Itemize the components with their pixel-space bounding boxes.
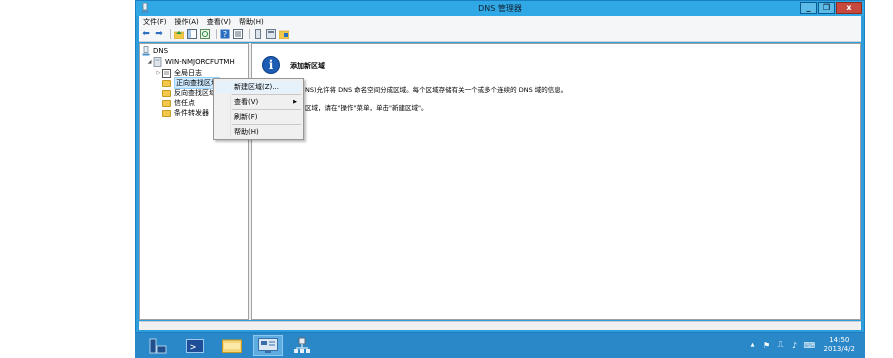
clock-date: 2013/4/2 [823,345,855,353]
submenu-arrow-icon: ▶ [293,99,297,105]
toolbar: ⬅ ➡ ? [139,27,861,42]
tree-node-conditional-forwarders[interactable]: 条件转发器 [162,108,209,118]
menu-view[interactable]: 查看(V) [203,17,235,27]
show-hidden-icons-arrow[interactable]: ▲ [748,342,758,348]
help-icon[interactable]: ? [220,29,230,39]
tree-node-reverse-zones[interactable]: 反向查找区域 [162,88,216,98]
context-menu-view-label: 查看(V) [234,98,259,106]
toolbar-separator [170,29,171,39]
show-tree-icon[interactable] [187,29,197,39]
tree-node-trust-points[interactable]: 信任点 [162,98,195,108]
tree-label-dns: DNS [153,47,169,55]
menu-bar: 文件(F) 操作(A) 查看(V) 帮助(H) [139,16,861,27]
tree-node-dns[interactable]: DNS [142,46,168,56]
log-icon [162,68,171,78]
file-explorer-icon[interactable] [217,335,247,356]
folder-icon [162,89,171,97]
network-tray-icon[interactable]: ⎍ [776,340,786,350]
up-icon[interactable] [174,29,184,39]
tree-node-server[interactable]: ◢ WIN-NMJORCFUTMH [146,57,235,67]
server-manager-icon[interactable] [143,335,173,356]
control-panel-icon[interactable] [253,335,283,356]
minimize-button[interactable]: _ [800,2,817,14]
tree-label-conditional-forwarders: 条件转发器 [174,109,209,117]
content-instruction: 区域，请在"操作"菜单，单击"新建区域"。 [305,104,428,112]
context-menu: 新建区域(Z)... 查看(V) ▶ 刷新(F) 帮助(H) [213,78,304,140]
context-menu-separator [232,94,301,95]
content-description: NS)允许将 DNS 命名空间分成区域。每个区域存储有关一个或多个连续的 DNS… [305,86,568,94]
powershell-icon[interactable]: > [180,335,210,356]
content-title: 添加新区域 [290,62,325,70]
context-menu-separator [232,124,301,125]
folder-icon [162,99,171,107]
back-icon[interactable]: ⬅ [141,29,151,39]
folder-icon [162,79,171,87]
close-button[interactable]: x [836,2,862,14]
info-icon: i [262,56,280,74]
list-icon[interactable] [266,29,276,39]
svg-text:>: > [190,342,196,353]
system-tray: ▲ ⚑ ⎍ ♪ ⌨ 14:50 2013/4/2 [748,336,855,354]
keyboard-icon[interactable]: ⌨ [804,341,816,350]
collapse-arrow-icon[interactable]: ◢ [146,59,153,65]
restore-button[interactable]: ❐ [818,2,835,14]
svg-text:?: ? [223,30,227,39]
window-title: DNS 管理器 [478,4,522,13]
clock[interactable]: 14:50 2013/4/2 [824,336,855,354]
server-icon[interactable] [253,29,263,39]
toolbar-separator [249,29,250,39]
dns-root-icon [142,46,150,56]
network-icon[interactable] [287,335,317,356]
context-menu-new-zone[interactable]: 新建区域(Z)... [216,81,301,93]
context-menu-refresh[interactable]: 刷新(F) [216,111,301,123]
tree-node-forward-zones[interactable]: 正向查找区域 [162,77,220,89]
context-menu-help[interactable]: 帮助(H) [216,126,301,138]
menu-help[interactable]: 帮助(H) [235,17,268,27]
folder-icon [162,109,171,117]
clock-time: 14:50 [829,336,850,344]
tree-label-server: WIN-NMJORCFUTMH [165,58,235,66]
tree-label-trust-points: 信任点 [174,99,195,107]
forward-icon[interactable]: ➡ [154,29,164,39]
properties-icon[interactable] [233,29,243,39]
taskbar: > ▲ ⚑ ⎍ ♪ ⌨ 14:50 2013/4/2 [135,333,865,358]
tree-label-reverse-zones: 反向查找区域 [174,89,216,97]
status-bar [139,321,861,330]
server-node-icon [153,57,162,67]
toolbar-separator [216,29,217,39]
volume-icon[interactable]: ♪ [790,341,800,350]
dns-manager-window: DNS 管理器 _ ❐ x 文件(F) 操作(A) 查看(V) 帮助(H) ⬅ … [135,0,865,333]
title-bar[interactable]: DNS 管理器 _ ❐ x [136,1,864,16]
folder-icon[interactable] [279,29,289,39]
menu-action[interactable]: 操作(A) [171,17,203,27]
refresh-icon[interactable] [200,29,210,39]
menu-file[interactable]: 文件(F) [139,17,171,27]
details-pane: i 添加新区域 NS)允许将 DNS 命名空间分成区域。每个区域存储有关一个或多… [251,43,861,320]
context-menu-view[interactable]: 查看(V) ▶ [216,96,301,108]
context-menu-separator [232,109,301,110]
expand-arrow-icon[interactable]: ▷ [155,70,162,76]
action-center-flag-icon[interactable]: ⚑ [762,341,772,350]
